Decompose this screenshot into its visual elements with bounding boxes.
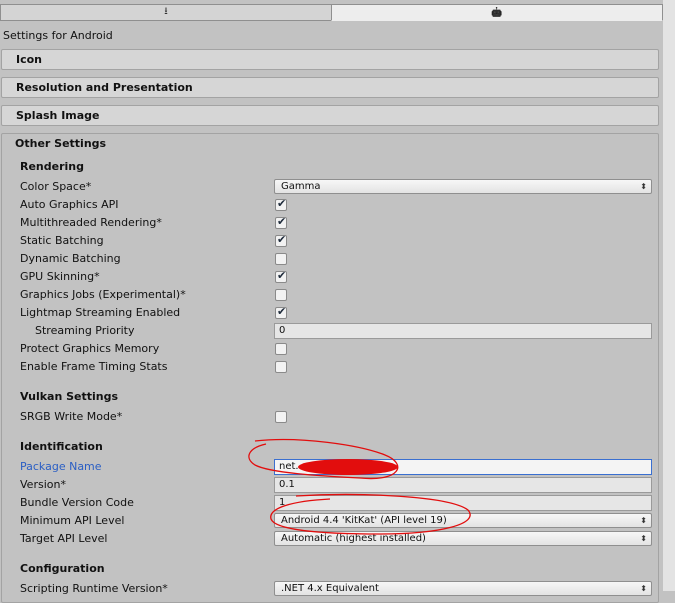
- checkmark-icon: ✔: [277, 215, 287, 228]
- identification-header: Identification: [20, 440, 103, 453]
- checkmark-icon: ✔: [277, 233, 287, 246]
- foldout-splash[interactable]: Splash Image: [1, 105, 659, 126]
- download-icon: ⭳: [164, 6, 168, 17]
- dropdown-value: Gamma: [281, 181, 321, 192]
- multithreaded-rendering-checkbox[interactable]: ✔: [275, 215, 287, 229]
- srgb-write-mode-label: SRGB Write Mode*: [20, 410, 123, 423]
- foldout-label: Resolution and Presentation: [16, 81, 193, 94]
- package-name-label: Package Name: [20, 460, 102, 473]
- android-icon: 🤖: [491, 7, 503, 18]
- auto-graphics-api-checkbox[interactable]: ✔: [275, 197, 287, 211]
- platform-tabs: ⭳ 🤖: [0, 0, 663, 22]
- configuration-header: Configuration: [20, 562, 105, 575]
- vulkan-header: Vulkan Settings: [20, 390, 119, 403]
- rendering-header: Rendering: [20, 160, 84, 173]
- static-batching-checkbox[interactable]: ✔: [275, 233, 287, 247]
- dropdown-arrow-icon: ⬍: [640, 182, 647, 191]
- frame-timing-label: Enable Frame Timing Stats: [20, 360, 168, 373]
- checkmark-icon: ✔: [277, 305, 287, 318]
- color-space-label: Color Space*: [20, 180, 92, 193]
- streaming-priority-field[interactable]: 0: [274, 323, 652, 339]
- gpu-skinning-label: GPU Skinning*: [20, 270, 100, 283]
- page-title: Settings for Android: [3, 29, 113, 42]
- scripting-runtime-dropdown[interactable]: .NET 4.x Equivalent ⬍: [274, 581, 652, 596]
- checkmark-icon: ✔: [277, 197, 287, 210]
- bundle-version-code-label: Bundle Version Code: [20, 496, 134, 509]
- multithreaded-rendering-label: Multithreaded Rendering*: [20, 216, 162, 229]
- dropdown-arrow-icon: ⬍: [640, 516, 647, 525]
- tab-android[interactable]: 🤖: [331, 4, 663, 21]
- foldout-label: Splash Image: [16, 109, 100, 122]
- foldout-label: Icon: [16, 53, 43, 66]
- dropdown-value: .NET 4.x Equivalent: [281, 583, 379, 594]
- minimum-api-level-label: Minimum API Level: [20, 514, 125, 527]
- foldout-label[interactable]: Other Settings: [15, 137, 106, 150]
- dynamic-batching-checkbox[interactable]: [275, 253, 287, 265]
- protect-graphics-memory-checkbox[interactable]: [275, 343, 287, 355]
- streaming-priority-label: Streaming Priority: [35, 324, 135, 337]
- auto-graphics-api-label: Auto Graphics API: [20, 198, 119, 211]
- foldout-icon[interactable]: Icon: [1, 49, 659, 70]
- dropdown-arrow-icon: ⬍: [640, 584, 647, 593]
- srgb-write-mode-checkbox[interactable]: [275, 411, 287, 423]
- version-field[interactable]: 0.1: [274, 477, 652, 493]
- gpu-skinning-checkbox[interactable]: ✔: [275, 269, 287, 283]
- protect-graphics-memory-label: Protect Graphics Memory: [20, 342, 160, 355]
- lightmap-streaming-checkbox[interactable]: ✔: [275, 305, 287, 319]
- frame-timing-checkbox[interactable]: [275, 361, 287, 373]
- scripting-runtime-label: Scripting Runtime Version*: [20, 582, 168, 595]
- color-space-dropdown[interactable]: Gamma ⬍: [274, 179, 652, 194]
- scrollbar[interactable]: [663, 0, 675, 591]
- redaction-mark: [298, 459, 398, 475]
- graphics-jobs-label: Graphics Jobs (Experimental)*: [20, 288, 186, 301]
- bundle-version-code-field[interactable]: 1: [274, 495, 652, 511]
- dynamic-batching-label: Dynamic Batching: [20, 252, 121, 265]
- target-api-level-dropdown[interactable]: Automatic (highest installed) ⬍: [274, 531, 652, 546]
- dropdown-arrow-icon: ⬍: [640, 534, 647, 543]
- version-label: Version*: [20, 478, 66, 491]
- minimum-api-level-dropdown[interactable]: Android 4.4 'KitKat' (API level 19) ⬍: [274, 513, 652, 528]
- lightmap-streaming-label: Lightmap Streaming Enabled: [20, 306, 181, 319]
- foldout-resolution[interactable]: Resolution and Presentation: [1, 77, 659, 98]
- target-api-level-label: Target API Level: [20, 532, 108, 545]
- tab-standalone[interactable]: ⭳: [0, 4, 331, 21]
- dropdown-value: Android 4.4 'KitKat' (API level 19): [281, 515, 447, 526]
- graphics-jobs-checkbox[interactable]: [275, 289, 287, 301]
- dropdown-value: Automatic (highest installed): [281, 533, 426, 544]
- checkmark-icon: ✔: [277, 269, 287, 282]
- static-batching-label: Static Batching: [20, 234, 104, 247]
